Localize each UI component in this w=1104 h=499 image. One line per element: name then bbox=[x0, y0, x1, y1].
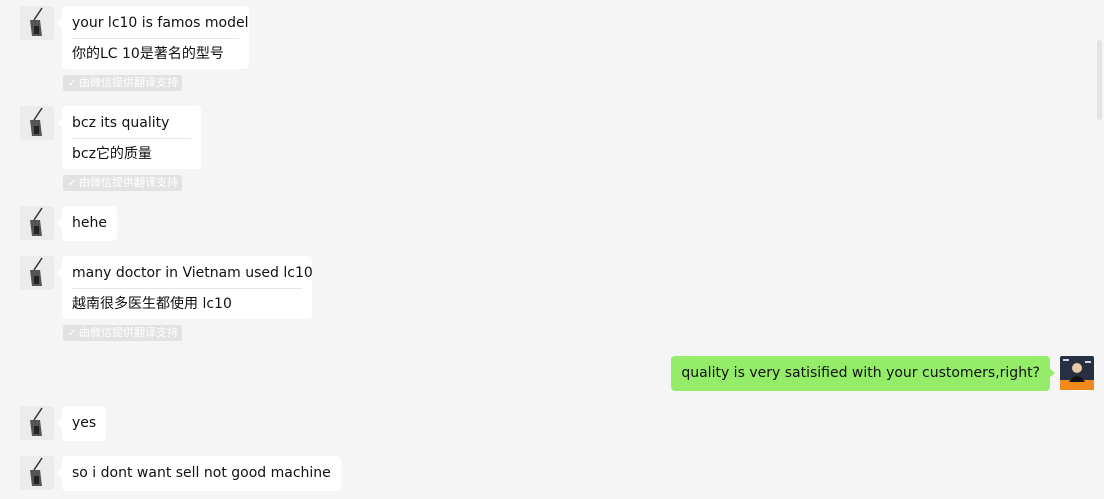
message-bubble[interactable]: your lc10 is famos model 你的LC 10是著名的型号 bbox=[57, 6, 249, 69]
self-avatar[interactable] bbox=[1060, 356, 1094, 390]
contact-avatar[interactable] bbox=[20, 406, 54, 440]
message-translation: 你的LC 10是著名的型号 bbox=[72, 46, 224, 62]
scrollbar[interactable] bbox=[1097, 40, 1102, 120]
message-bubble-outgoing[interactable]: quality is very satisified with your cus… bbox=[671, 356, 1055, 391]
message-bubble[interactable]: so i dont want sell not good machine bbox=[57, 456, 341, 491]
contact-avatar[interactable] bbox=[20, 6, 54, 40]
contact-avatar[interactable] bbox=[20, 206, 54, 240]
message-text: your lc10 is famos model bbox=[72, 15, 249, 31]
message-bubble[interactable]: hehe bbox=[57, 206, 117, 241]
translation-tag-label: 由微信提供翻译支持 bbox=[79, 76, 178, 89]
translation-tag: ✓ 由微信提供翻译支持 bbox=[63, 325, 182, 341]
message-text: yes bbox=[72, 415, 97, 431]
translation-tag-label: 由微信提供翻译支持 bbox=[79, 326, 178, 339]
check-icon: ✓ bbox=[67, 178, 77, 189]
message-bubble[interactable]: yes bbox=[56, 406, 107, 441]
message-text: many doctor in Vietnam used lc10 bbox=[72, 265, 313, 281]
contact-avatar[interactable] bbox=[20, 456, 54, 490]
message-text: so i dont want sell not good machine bbox=[72, 465, 331, 481]
message-text: bcz its quality bbox=[72, 115, 170, 131]
message-text: quality is very satisified with your cus… bbox=[681, 365, 1040, 381]
message-text: hehe bbox=[72, 215, 107, 231]
translation-tag: ✓ 由微信提供翻译支持 bbox=[63, 175, 182, 191]
message-translation: bcz它的质量 bbox=[72, 146, 152, 162]
message-bubble[interactable]: many doctor in Vietnam used lc10 越南很多医生都… bbox=[57, 256, 313, 319]
check-icon: ✓ bbox=[67, 328, 77, 339]
message-bubble[interactable]: bcz its quality bcz它的质量 bbox=[57, 106, 201, 169]
chat-message-list[interactable]: your lc10 is famos model 你的LC 10是著名的型号 ✓… bbox=[0, 0, 1104, 499]
contact-avatar[interactable] bbox=[20, 256, 54, 290]
contact-avatar[interactable] bbox=[20, 106, 54, 140]
check-icon: ✓ bbox=[67, 78, 77, 89]
message-translation: 越南很多医生都使用 lc10 bbox=[72, 296, 232, 312]
translation-tag-label: 由微信提供翻译支持 bbox=[79, 176, 178, 189]
translation-tag: ✓ 由微信提供翻译支持 bbox=[63, 75, 182, 91]
